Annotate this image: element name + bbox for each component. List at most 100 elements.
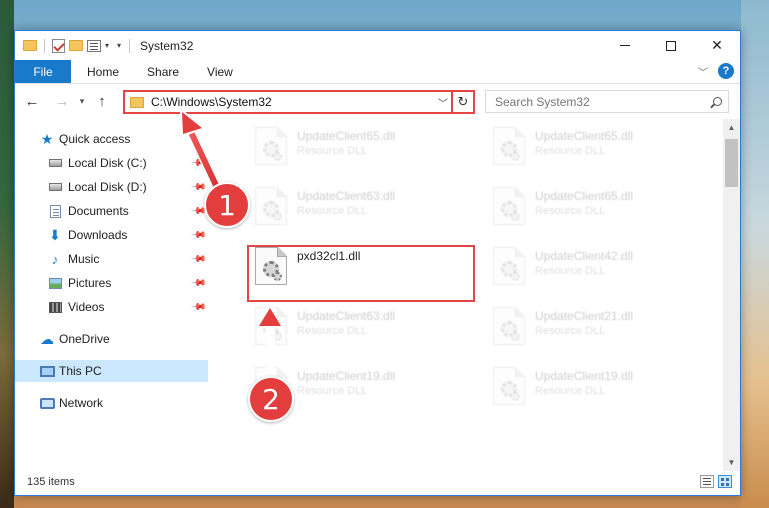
file-name: UpdateClient19.dll [297, 369, 396, 383]
sidebar-item-music[interactable]: ♪ Music 📌 [15, 248, 208, 270]
dll-file-icon [493, 367, 525, 405]
list-item[interactable]: UpdateClient63.dll Resource DLL [249, 299, 477, 353]
pictures-icon [47, 275, 63, 291]
sidebar-item-label: Music [68, 252, 100, 266]
sidebar-item-this-pc[interactable]: This PC [15, 360, 208, 382]
toolbar-divider [44, 38, 45, 53]
sidebar-item-label: Videos [68, 300, 105, 314]
list-item[interactable]: UpdateClient65.dll Resource DLL [487, 179, 715, 233]
back-arrow-icon[interactable]: ← [21, 93, 43, 110]
minimize-icon [620, 45, 630, 46]
sidebar-item-label: Quick access [59, 132, 131, 146]
minimize-button[interactable] [602, 31, 648, 60]
navigation-bar: ← → ▾ ↑ C:\Windows\System32 ﹀ ↻ [15, 84, 740, 118]
file-name: UpdateClient65.dll [535, 129, 634, 143]
file-highlight-box [247, 245, 475, 302]
sidebar-item-label: Downloads [68, 228, 128, 242]
refresh-button[interactable]: ↻ [453, 90, 475, 114]
file-name: UpdateClient63.dll [297, 309, 396, 323]
tab-view[interactable]: View [193, 60, 247, 83]
file-type: Resource DLL [535, 385, 606, 397]
sidebar-item-local-disk-d[interactable]: Local Disk (D:) 📌 [15, 176, 208, 198]
vertical-scrollbar[interactable]: ▲ ▼ [723, 119, 740, 471]
view-toggle [700, 475, 732, 488]
details-view-icon[interactable] [700, 475, 714, 488]
file-name: UpdateClient65.dll [535, 189, 634, 203]
sidebar-item-videos[interactable]: Videos 📌 [15, 296, 208, 318]
search-icon[interactable] [706, 97, 728, 106]
sidebar-item-downloads[interactable]: ⬇ Downloads 📌 [15, 224, 208, 246]
file-type: Resource DLL [535, 325, 606, 337]
folder-icon [130, 96, 144, 108]
address-bar[interactable]: C:\Windows\System32 ﹀ [123, 90, 453, 114]
list-item[interactable]: UpdateClient63.dll Resource DLL [249, 179, 477, 233]
search-input[interactable] [495, 94, 706, 109]
folder-icon [23, 40, 37, 51]
step-badge-1: 1 [204, 182, 250, 228]
sidebar-item-documents[interactable]: Documents 📌 [15, 200, 208, 222]
item-count: 135 items [27, 476, 75, 488]
sidebar-item-label: Local Disk (D:) [68, 180, 147, 194]
file-type: Resource DLL [535, 265, 606, 277]
dll-file-icon [255, 307, 287, 345]
status-bar: 135 items [15, 469, 740, 495]
tab-home[interactable]: Home [71, 60, 133, 83]
pin-icon: 📌 [189, 298, 207, 316]
pin-icon: 📌 [189, 274, 207, 292]
list-item[interactable]: UpdateClient42.dll Resource DLL [487, 239, 715, 293]
file-type: Resource DLL [297, 325, 368, 337]
scroll-up-icon[interactable]: ▲ [723, 119, 740, 136]
forward-arrow-icon[interactable]: → [51, 93, 73, 110]
videos-icon [47, 299, 63, 315]
sidebar-item-onedrive[interactable]: ☁ OneDrive [15, 328, 208, 350]
desktop-background-right [741, 0, 769, 508]
new-folder-icon[interactable] [69, 40, 83, 51]
file-type: Resource DLL [535, 205, 606, 217]
properties-check-icon[interactable] [52, 38, 65, 53]
title-bar: ▾ ▾ System32 ✕ [15, 31, 740, 60]
ribbon-right-controls: ﹀ ? [698, 63, 734, 79]
music-icon: ♪ [51, 251, 59, 267]
tab-share[interactable]: Share [133, 60, 193, 83]
window-controls: ✕ [602, 31, 740, 60]
pin-icon: 📌 [189, 178, 207, 196]
tiles-view-icon[interactable] [718, 475, 732, 488]
expand-ribbon-icon[interactable]: ﹀ [698, 64, 708, 79]
search-box[interactable] [485, 90, 729, 113]
scroll-thumb[interactable] [725, 139, 738, 187]
list-item[interactable]: UpdateClient65.dll Resource DLL [249, 119, 477, 173]
up-arrow-icon[interactable]: ↑ [91, 93, 113, 110]
sidebar-item-quick-access[interactable]: ★ Quick access [15, 128, 208, 150]
explorer-window: ▾ ▾ System32 ✕ File Home Share View ﹀ ? … [14, 30, 741, 496]
help-icon[interactable]: ? [718, 63, 734, 79]
dll-file-icon [493, 187, 525, 225]
tab-file[interactable]: File [15, 60, 71, 83]
sidebar-item-label: Pictures [68, 276, 112, 290]
address-path[interactable]: C:\Windows\System32 [151, 95, 435, 109]
list-item[interactable]: UpdateClient65.dll Resource DLL [487, 119, 715, 173]
dll-file-icon [255, 127, 287, 165]
customize-toolbar-icon[interactable]: ▾ [117, 41, 121, 50]
desktop-background-left [0, 0, 14, 508]
step-badge-2: 2 [248, 376, 294, 422]
file-type: Resource DLL [297, 205, 368, 217]
sidebar-item-local-disk-c[interactable]: Local Disk (C:) 📌 [15, 152, 208, 174]
file-list: UpdateClient65.dll Resource DLL UpdateCl… [225, 119, 725, 469]
file-name: UpdateClient21.dll [535, 309, 634, 323]
list-item[interactable]: UpdateClient21.dll Resource DLL [487, 299, 715, 353]
recent-locations-icon[interactable]: ▾ [75, 96, 89, 107]
pin-icon: 📌 [189, 154, 207, 172]
chevron-down-icon[interactable]: ﹀ [435, 95, 451, 110]
list-item[interactable]: UpdateClient19.dll Resource DLL [487, 359, 715, 413]
sidebar-item-label: Local Disk (C:) [68, 156, 147, 170]
drive-icon [47, 155, 63, 171]
file-name: UpdateClient63.dll [297, 189, 396, 203]
close-button[interactable]: ✕ [694, 31, 740, 60]
sidebar-item-network[interactable]: Network [15, 392, 208, 414]
chevron-down-icon[interactable]: ▾ [105, 41, 109, 50]
downloads-icon: ⬇ [49, 226, 61, 243]
rename-icon[interactable] [87, 39, 101, 52]
sidebar-item-pictures[interactable]: Pictures 📌 [15, 272, 208, 294]
star-icon: ★ [40, 130, 54, 147]
maximize-button[interactable] [648, 31, 694, 60]
